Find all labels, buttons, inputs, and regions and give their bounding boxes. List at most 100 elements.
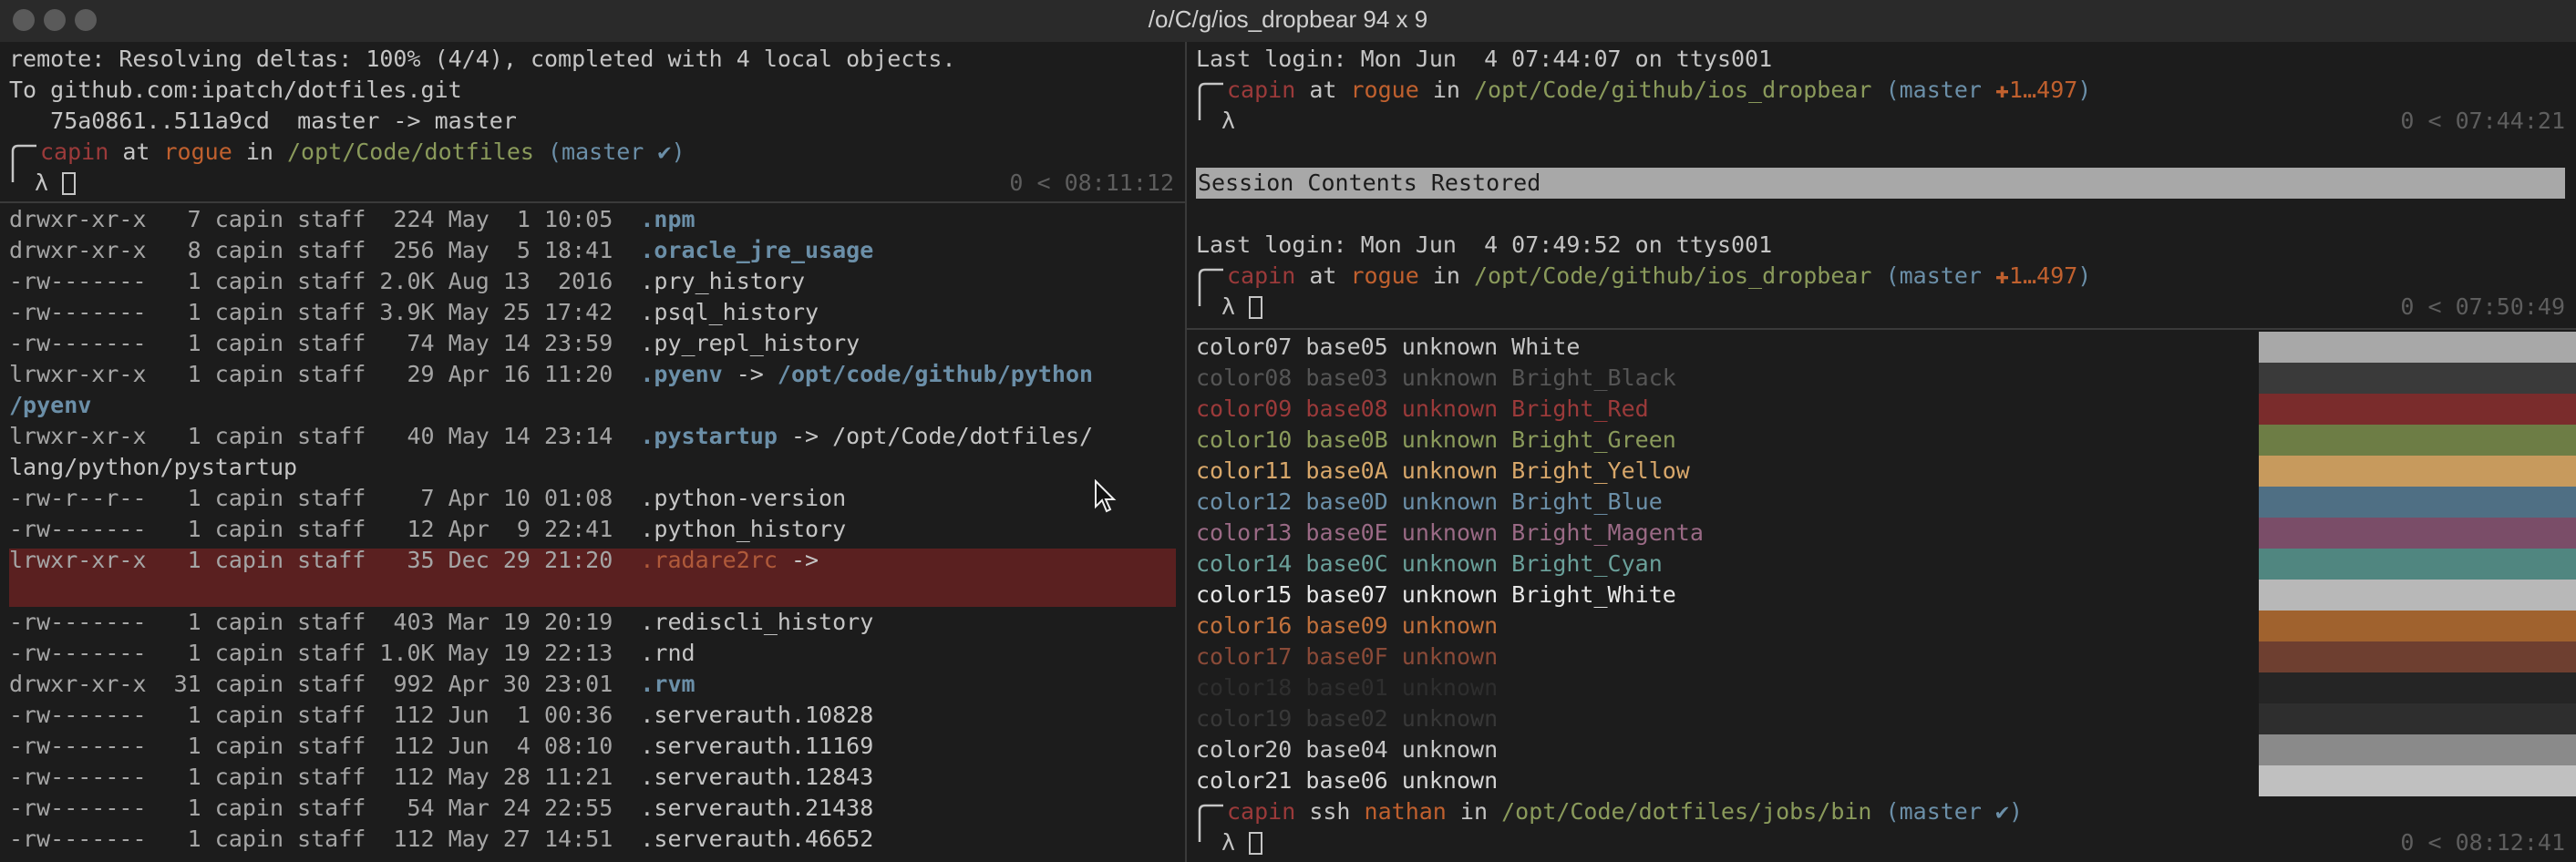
lambda-prompt: λ — [1221, 108, 1236, 134]
listing-row[interactable]: lrwxr-xr-x 1 capin staff 40 May 14 23:14… — [9, 421, 1093, 452]
color-row: color21 base06 unknown — [1196, 767, 1499, 794]
link-target: /opt/code/github/python — [777, 361, 1094, 387]
listing-row[interactable]: drwxr-xr-x 31 capin staff 992 Apr 30 23:… — [9, 669, 696, 700]
color-row: color19 base02 unknown — [1196, 705, 1499, 732]
last-login-line: Last login: Mon Jun 4 07:49:52 on ttys00… — [1196, 231, 1773, 258]
input-line: λ — [35, 168, 77, 199]
listing-row[interactable]: -rw------- 1 capin staff 3.9K May 25 17:… — [9, 297, 819, 328]
link-arrow: -> — [722, 361, 778, 387]
listing-row[interactable]: -rw------- 1 capin staff 112 Jun 4 08:10… — [9, 731, 873, 762]
lambda-prompt: λ — [1221, 293, 1236, 320]
git-branch-status: (master ✔) — [1885, 798, 2024, 825]
color-swatch — [2259, 734, 2576, 765]
listing-row[interactable]: -rw------- 1 capin staff 112 May 28 11:2… — [9, 762, 873, 793]
pane-divider-horizontal-right[interactable] — [1187, 328, 2576, 330]
color-row: color13 base0E unknown Bright_Magenta — [1196, 519, 1704, 546]
listing-row[interactable]: drwxr-xr-x 8 capin staff 256 May 5 18:41… — [9, 235, 873, 266]
file-meta: 1 capin staff 7 Apr 10 01:08 — [146, 485, 641, 511]
file-name: .rvm — [640, 671, 696, 697]
color-swatch — [2259, 641, 2576, 672]
file-name: .py_repl_history — [640, 330, 860, 356]
color-row: color07 base05 unknown White — [1196, 334, 1581, 360]
file-name: .python-version — [640, 485, 847, 511]
prompt-user: capin — [1227, 77, 1296, 103]
file-meta: 1 capin staff 29 Apr 16 11:20 — [146, 361, 641, 387]
listing-row[interactable]: -rw------- 1 capin staff 112 Jun 1 00:36… — [9, 700, 873, 731]
file-meta: 31 capin staff 992 Apr 30 23:01 — [146, 671, 641, 697]
file-name: .pry_history — [640, 268, 805, 294]
file-name: .pyenv — [640, 361, 723, 387]
status-timestamp: 0 < 07:50:49 — [2400, 293, 2565, 320]
color-swatch — [2259, 549, 2576, 580]
file-permissions: -rw------- — [9, 640, 147, 666]
color-swatch — [2259, 703, 2576, 734]
prompt-in: in — [1432, 262, 1460, 289]
session-restored-banner: Session Contents Restored — [1196, 168, 2565, 199]
listing-row[interactable]: -rw------- 1 capin staff 12 Apr 9 22:41 … — [9, 514, 846, 545]
prompt-path: /opt/Code/dotfiles — [287, 139, 534, 165]
lambda-prompt: λ — [1221, 829, 1236, 856]
listing-row[interactable]: -rw------- 1 capin staff 74 May 14 23:59… — [9, 328, 860, 359]
link-target: /opt/Code/dotfiles/ — [832, 423, 1094, 449]
mouse-pointer-icon — [1095, 479, 1117, 513]
color-row: color17 base0F unknown — [1196, 643, 1499, 670]
listing-row[interactable]: -rw------- 1 capin staff 403 Mar 19 20:1… — [9, 607, 873, 638]
file-permissions: lrwxr-xr-x — [9, 423, 147, 449]
file-meta: 1 capin staff 112 Jun 1 00:36 — [146, 702, 641, 728]
listing-row[interactable]: lrwxr-xr-x 1 capin staff 29 Apr 16 11:20… — [9, 359, 1093, 390]
color-row: color14 base0C unknown Bright_Cyan — [1196, 550, 1663, 577]
listing-row[interactable]: drwxr-xr-x 7 capin staff 224 May 1 10:05… — [9, 204, 696, 235]
file-meta: 1 capin staff 112 Jun 4 08:10 — [146, 733, 641, 759]
file-meta: 1 capin staff 3.9K May 25 17:42 — [146, 299, 641, 325]
git-output-line: remote: Resolving deltas: 100% (4/4), co… — [9, 46, 956, 72]
prompt-in: in — [1432, 77, 1460, 103]
color-row: color11 base0A unknown Bright_Yellow — [1196, 457, 1690, 484]
prompt-host: rogue — [1350, 262, 1419, 289]
listing-row[interactable]: -rw-r--r-- 1 capin staff 7 Apr 10 01:08 … — [9, 483, 846, 514]
file-permissions: -rw------- — [9, 516, 147, 542]
file-meta: 1 capin staff 54 Mar 24 22:55 — [146, 795, 641, 821]
color-swatch — [2259, 425, 2576, 456]
file-meta: 1 capin staff 12 Apr 9 22:41 — [146, 516, 641, 542]
file-permissions: -rw------- — [9, 795, 147, 821]
listing-wrap: /pyenv — [9, 390, 91, 421]
file-permissions: -rw------- — [9, 764, 147, 790]
listing-row[interactable]: -rw------- 1 capin staff 1.0K May 19 22:… — [9, 638, 696, 669]
color-swatch — [2259, 456, 2576, 487]
git-branch-status: (master — [1885, 77, 1995, 103]
listing-row[interactable]: -rw------- 1 capin staff 54 Mar 24 22:55… — [9, 793, 873, 824]
file-permissions: lrwxr-xr-x — [9, 361, 147, 387]
prompt-path: /opt/Code/github/ios_dropbear — [1474, 77, 1872, 103]
file-permissions: -rw------- — [9, 733, 147, 759]
file-name: .serverauth.12843 — [640, 764, 874, 790]
file-permissions: -rw------- — [9, 299, 147, 325]
file-permissions: -rw-r--r-- — [9, 485, 147, 511]
listing-row[interactable]: lrwxr-xr-x 1 capin staff 35 Dec 29 21:20… — [9, 545, 832, 576]
link-target-wrap: /pyenv — [9, 392, 92, 418]
listing-row[interactable]: -rw------- 1 capin staff 112 May 27 14:5… — [9, 824, 873, 855]
git-changes-count: ✚1…497 — [1994, 262, 2078, 289]
prompt-host: nathan — [1364, 798, 1447, 825]
file-meta: 1 capin staff 35 Dec 29 21:20 — [146, 547, 641, 573]
prompt-at: at — [1309, 262, 1337, 289]
text-cursor[interactable] — [62, 172, 77, 195]
color-row: color15 base07 unknown Bright_White — [1196, 581, 1676, 608]
pane-divider-horizontal[interactable] — [0, 201, 1185, 203]
left-terminal-pane[interactable]: remote: Resolving deltas: 100% (4/4), co… — [0, 42, 1185, 862]
color-swatch — [2259, 611, 2576, 641]
file-meta: 7 capin staff 224 May 1 10:05 — [146, 206, 641, 232]
color-row: color08 base03 unknown Bright_Black — [1196, 364, 1676, 391]
link-arrow: -> — [777, 423, 833, 449]
file-name: .serverauth.46652 — [640, 826, 874, 852]
file-meta: 1 capin staff 403 Mar 19 20:19 — [146, 609, 641, 635]
text-cursor[interactable] — [1249, 832, 1263, 855]
git-branch-close: ) — [2077, 262, 2092, 289]
prompt-line: capin at rogue in /opt/Code/github/ios_d… — [1227, 261, 2091, 292]
prompt-at: at — [1309, 77, 1337, 103]
right-terminal-pane[interactable]: Last login: Mon Jun 4 07:44:07 on ttys00… — [1187, 42, 2576, 862]
file-name: .psql_history — [640, 299, 819, 325]
input-line: λ — [1221, 827, 1263, 858]
listing-row[interactable]: -rw------- 1 capin staff 2.0K Aug 13 201… — [9, 266, 805, 297]
file-name: .serverauth.10828 — [640, 702, 874, 728]
text-cursor[interactable] — [1249, 296, 1263, 319]
